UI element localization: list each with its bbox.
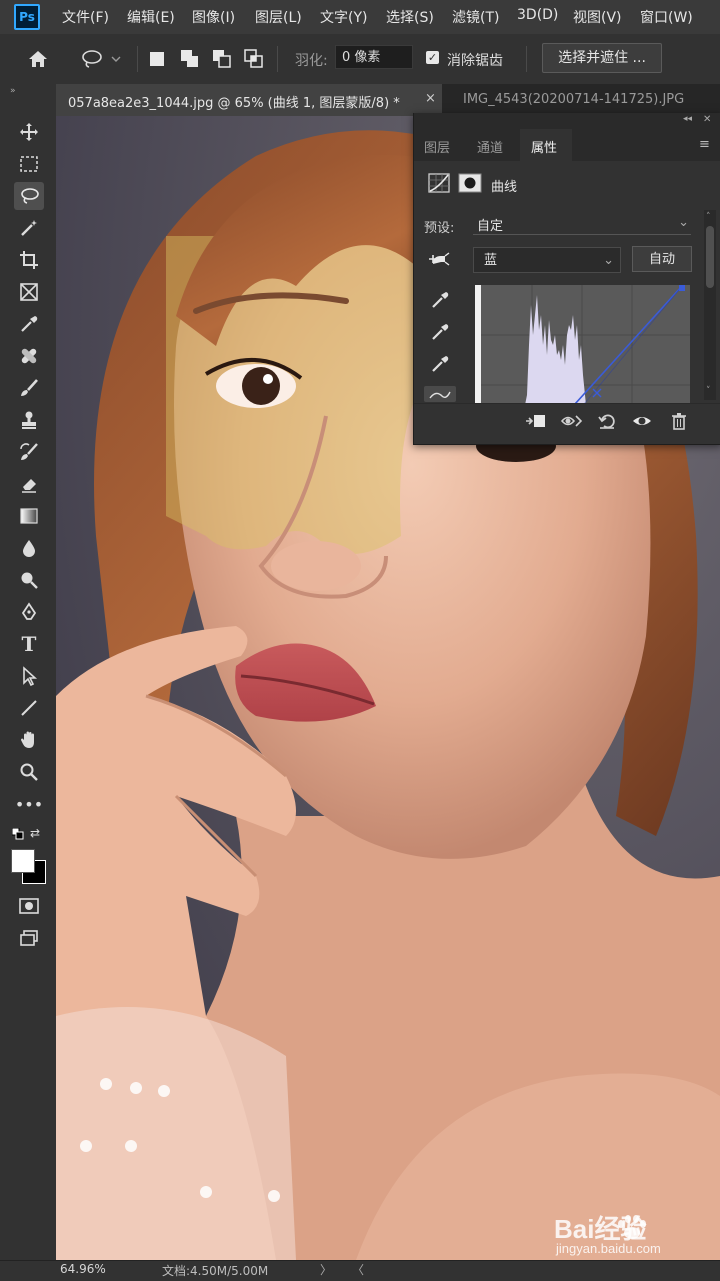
gradient-tool-icon[interactable]	[14, 502, 44, 530]
clone-stamp-icon[interactable]	[14, 406, 44, 434]
collapse-panel-icon[interactable]: ◂◂	[683, 114, 692, 124]
preset-label: 预设:	[424, 221, 455, 236]
view-previous-state-icon[interactable]	[560, 410, 584, 432]
path-selection-icon[interactable]	[14, 662, 44, 690]
brush-tool-icon[interactable]	[14, 374, 44, 402]
tab-close-icon[interactable]: ×	[425, 91, 436, 106]
marquee-tool-icon[interactable]	[14, 150, 44, 178]
scroll-up-icon[interactable]: ˄	[706, 212, 711, 222]
chevron-down-icon: ⌄	[678, 215, 689, 230]
foreground-color-swatch[interactable]	[11, 849, 35, 873]
lasso-tool-preset-icon[interactable]	[80, 48, 124, 74]
clip-to-layer-icon[interactable]	[523, 410, 547, 432]
menu-3d[interactable]: 3D(D)	[517, 7, 558, 23]
white-point-eyedropper-icon[interactable]	[430, 354, 450, 378]
healing-brush-icon[interactable]	[14, 342, 44, 370]
tab-channels[interactable]: 通道	[477, 137, 503, 156]
history-brush-icon[interactable]	[14, 438, 44, 466]
menu-layer[interactable]: 图层(L)	[255, 7, 302, 27]
chevron-down-icon: ⌄	[603, 253, 614, 268]
tab-inactive-document[interactable]: IMG_4543(20200714-141725).JPG	[463, 92, 684, 107]
photoshop-logo: Ps	[14, 4, 40, 30]
menu-type[interactable]: 文字(Y)	[320, 7, 367, 27]
tab-active-title: 057a8ea2e3_1044.jpg @ 65% (曲线 1, 图层蒙版/8)…	[68, 96, 400, 111]
layer-mask-icon[interactable]	[458, 173, 482, 197]
pen-tool-icon[interactable]	[14, 598, 44, 626]
status-menu-icon[interactable]: 〉	[320, 1261, 332, 1278]
intersect-selection-icon[interactable]	[244, 49, 264, 73]
curves-adjustment-icon[interactable]	[428, 173, 450, 197]
subtract-from-selection-icon[interactable]	[212, 49, 232, 73]
zoom-level[interactable]: 64.96%	[60, 1262, 106, 1276]
auto-button[interactable]: 自动	[632, 246, 692, 272]
screen-mode-icon[interactable]	[14, 924, 44, 952]
menu-filter[interactable]: 滤镜(T)	[452, 7, 499, 27]
document-size: 文档:4.50M/5.00M	[162, 1264, 269, 1278]
select-and-mask-button[interactable]: 选择并遮住 ...	[542, 43, 662, 73]
menu-view[interactable]: 视图(V)	[573, 7, 622, 27]
reset-icon[interactable]	[595, 410, 619, 432]
channel-select[interactable]: 蓝 ⌄	[473, 247, 621, 273]
more-tools-icon[interactable]: •••	[14, 790, 44, 818]
menu-file[interactable]: 文件(F)	[62, 7, 109, 27]
eyedropper-tool-icon[interactable]	[14, 310, 44, 338]
watermark-url: jingyan.baidu.com	[556, 1241, 661, 1256]
swap-colors-icon[interactable]: ⇄	[30, 826, 40, 840]
frame-tool-icon[interactable]	[14, 278, 44, 306]
close-panel-icon[interactable]: ✕	[703, 114, 711, 125]
new-selection-icon[interactable]	[150, 52, 164, 66]
eraser-tool-icon[interactable]	[14, 470, 44, 498]
scroll-down-icon[interactable]: ˅	[706, 386, 711, 396]
hand-tool-icon[interactable]	[14, 726, 44, 754]
default-colors-icon[interactable]	[11, 827, 24, 844]
line-tool-icon[interactable]	[14, 694, 44, 722]
panel-header	[414, 113, 720, 129]
antialias-label: 消除锯齿	[447, 53, 503, 69]
targeted-adjustment-icon[interactable]	[427, 250, 453, 276]
edit-points-button[interactable]	[424, 386, 456, 402]
antialias-checkbox[interactable]: ✓	[426, 51, 439, 64]
magic-wand-icon[interactable]	[14, 214, 44, 242]
menu-edit[interactable]: 编辑(E)	[127, 7, 175, 27]
menu-window[interactable]: 窗口(W)	[640, 7, 693, 27]
curves-graph[interactable]	[475, 285, 690, 403]
scroll-left-icon[interactable]: 〈	[352, 1261, 364, 1278]
black-point-eyedropper-icon[interactable]	[430, 290, 450, 314]
gray-point-eyedropper-icon[interactable]	[430, 322, 450, 346]
zoom-tool-icon[interactable]	[14, 758, 44, 786]
menu-image[interactable]: 图像(I)	[192, 7, 235, 27]
menu-select[interactable]: 选择(S)	[386, 7, 434, 27]
home-icon[interactable]	[26, 48, 50, 74]
adjustment-name: 曲线	[491, 180, 518, 195]
add-to-selection-icon[interactable]	[180, 49, 200, 73]
collapse-toolbar-icon[interactable]: »	[10, 86, 16, 96]
crop-tool-icon[interactable]	[14, 246, 44, 274]
dodge-tool-icon[interactable]	[14, 566, 44, 594]
toggle-visibility-icon[interactable]	[630, 410, 654, 432]
feather-input[interactable]: 0 像素	[335, 45, 413, 69]
channel-value: 蓝	[484, 253, 498, 268]
type-tool-icon[interactable]: T	[14, 630, 44, 658]
lasso-tool-icon[interactable]	[14, 182, 44, 210]
blur-tool-icon[interactable]	[14, 534, 44, 562]
delete-icon[interactable]	[667, 410, 691, 432]
tab-layers[interactable]: 图层	[424, 137, 450, 156]
tab-properties[interactable]: 属性	[531, 137, 557, 156]
quick-mask-icon[interactable]	[14, 892, 44, 920]
panel-scroll-thumb[interactable]	[706, 226, 714, 288]
preset-value: 自定	[477, 219, 504, 234]
preset-select[interactable]: 自定 ⌄	[473, 214, 691, 235]
baidu-watermark: Bai经验 jingyan.baidu.com	[550, 1208, 715, 1260]
feather-label: 羽化:	[295, 53, 328, 69]
move-tool-icon[interactable]	[14, 118, 44, 146]
panel-menu-icon[interactable]: ≡	[699, 137, 710, 152]
